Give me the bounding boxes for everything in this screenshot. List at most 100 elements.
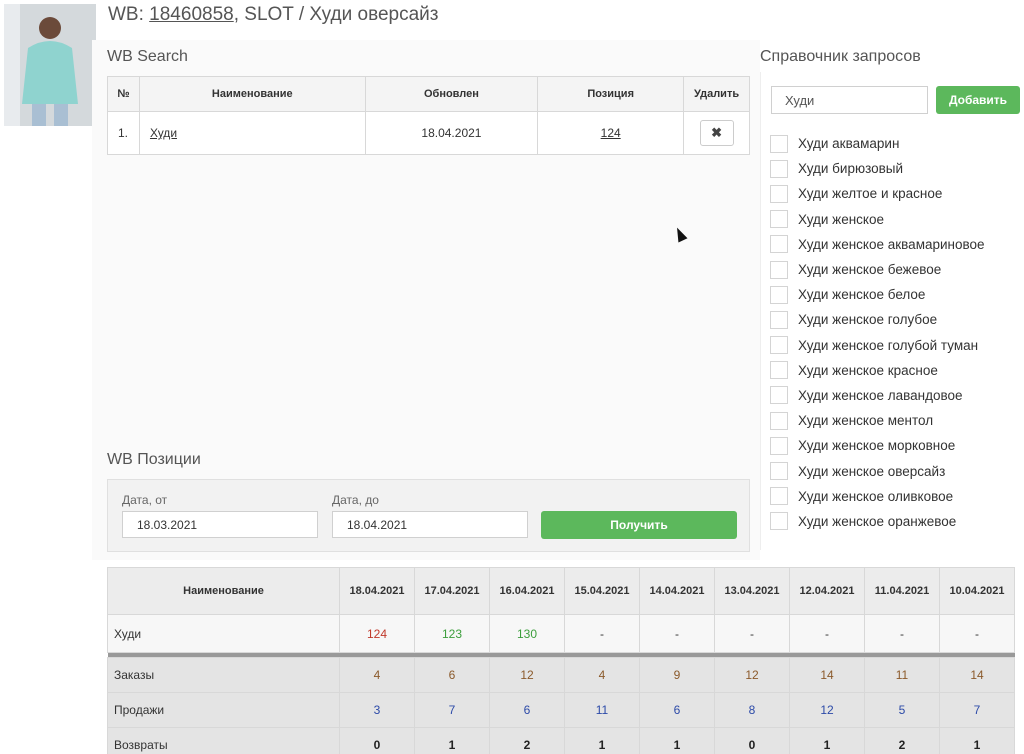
list-item[interactable]: Худи женское бежевое — [770, 257, 1024, 282]
row-updated: 18.04.2021 — [364, 111, 539, 155]
add-button[interactable]: Добавить — [936, 86, 1020, 114]
page-title: WB: 18460858, SLOT / Худи оверсайз — [108, 4, 438, 26]
list-item-label: Худи аквамарин — [798, 136, 900, 152]
checkbox[interactable] — [770, 134, 788, 153]
article-link[interactable]: 18460858 — [149, 4, 234, 25]
checkbox[interactable] — [770, 436, 788, 455]
list-item[interactable]: Худи женское оливковое — [770, 484, 1024, 509]
list-item-label: Худи женское бежевое — [798, 262, 942, 278]
checkbox[interactable] — [770, 210, 788, 229]
wb-search-table: № Наименование Обновлен Позиция Удалить … — [107, 76, 750, 155]
checkbox[interactable] — [770, 462, 788, 481]
list-item-label: Худи женское ментол — [798, 413, 934, 429]
list-item[interactable]: Худи аквамарин — [770, 131, 1024, 156]
checkbox[interactable] — [770, 235, 788, 254]
checkbox[interactable] — [770, 260, 788, 279]
checkbox[interactable] — [770, 159, 788, 178]
cell-value: 2 — [864, 727, 940, 754]
cell-value: - — [789, 614, 865, 653]
cell-value: 124 — [339, 614, 415, 653]
list-item[interactable]: Худи женское голубое — [770, 307, 1024, 332]
title-suffix: , SLOT / Худи оверсайз — [233, 4, 439, 25]
list-item[interactable]: Худи желтое и красное — [770, 181, 1024, 206]
col-date: 18.04.2021 — [339, 567, 415, 615]
close-icon: ✖ — [711, 125, 722, 140]
cell-value: 0 — [714, 727, 790, 754]
list-item-label: Худи женское белое — [798, 287, 926, 303]
list-item[interactable]: Худи женское морковное — [770, 433, 1024, 458]
cell-value: 7 — [414, 692, 490, 728]
query-link[interactable]: Худи — [150, 126, 177, 140]
checkbox[interactable] — [770, 184, 788, 203]
cell-value: - — [864, 614, 940, 653]
cell-value: 14 — [939, 657, 1015, 693]
list-item[interactable]: Худи женское голубой туман — [770, 333, 1024, 358]
cell-value: - — [639, 614, 715, 653]
checkbox[interactable] — [770, 512, 788, 531]
cell-value: 12 — [789, 692, 865, 728]
col-date: 10.04.2021 — [939, 567, 1015, 615]
table-row: 1. Худи 18.04.2021 124 ✖ — [107, 111, 750, 155]
table-row: Продажи 3 7 6 11 6 8 12 5 7 — [107, 692, 1015, 728]
list-item-label: Худи женское голубое — [798, 312, 938, 328]
wb-search-title: WB Search — [107, 48, 188, 65]
col-date: 15.04.2021 — [564, 567, 640, 615]
row-label: Возвраты — [107, 727, 340, 754]
cell-value: 11 — [864, 657, 940, 693]
table-row: Заказы 4 6 12 4 9 12 14 11 14 — [107, 657, 1015, 693]
list-item[interactable]: Худи бирюзовый — [770, 156, 1024, 181]
cell-value: 12 — [489, 657, 565, 693]
checkbox[interactable] — [770, 336, 788, 355]
checkbox[interactable] — [770, 487, 788, 506]
list-item[interactable]: Худи женское оранжевое — [770, 509, 1024, 534]
list-item[interactable]: Худи женское белое — [770, 282, 1024, 307]
cell-value: 1 — [414, 727, 490, 754]
title-prefix: WB: — [108, 4, 150, 25]
cell-value: 12 — [714, 657, 790, 693]
checkbox[interactable] — [770, 411, 788, 430]
positions-table: Наименование 18.04.2021 17.04.2021 16.04.2… — [107, 567, 1015, 754]
cell-value: 130 — [489, 614, 565, 653]
cell-value: 1 — [939, 727, 1015, 754]
wb-positions-title: WB Позиции — [107, 451, 201, 468]
date-from-input[interactable]: 18.03.2021 — [122, 511, 318, 538]
list-item[interactable]: Худи женское красное — [770, 358, 1024, 383]
col-date: 13.04.2021 — [714, 567, 790, 615]
product-photo — [4, 4, 96, 126]
cell-value: 8 — [714, 692, 790, 728]
delete-button[interactable]: ✖ — [699, 120, 734, 146]
list-item[interactable]: Худи женское аквамариновое — [770, 232, 1024, 257]
col-name: Наименование — [138, 76, 366, 112]
cell-value: 1 — [639, 727, 715, 754]
cell-value: - — [714, 614, 790, 653]
cell-value: 6 — [639, 692, 715, 728]
list-item-label: Худи женское морковное — [798, 438, 956, 454]
row-label: Худи — [107, 614, 340, 653]
list-item-label: Худи женское красное — [798, 362, 938, 378]
cell-value: 14 — [789, 657, 865, 693]
get-button[interactable]: Получить — [541, 511, 737, 539]
list-item[interactable]: Худи женское лавандовое — [770, 383, 1024, 408]
checkbox[interactable] — [770, 386, 788, 405]
list-item[interactable]: Худи женское — [770, 207, 1024, 232]
col-position: Позиция — [537, 76, 685, 112]
checkbox[interactable] — [770, 310, 788, 329]
col-date: 17.04.2021 — [414, 567, 490, 615]
list-item[interactable]: Худи женское оверсайз — [770, 458, 1024, 483]
date-to-input[interactable]: 18.04.2021 — [332, 511, 528, 538]
cell-value: 3 — [339, 692, 415, 728]
cell-value: 2 — [489, 727, 565, 754]
checkbox[interactable] — [770, 285, 788, 304]
checkbox[interactable] — [770, 361, 788, 380]
date-from-label: Дата, от — [122, 493, 168, 507]
cell-value: 6 — [489, 692, 565, 728]
list-item-label: Худи женское оливковое — [798, 488, 954, 504]
list-item[interactable]: Худи женское ментол — [770, 408, 1024, 433]
cell-value: 6 — [414, 657, 490, 693]
position-link[interactable]: 124 — [601, 126, 621, 140]
list-item-label: Худи женское лавандовое — [798, 387, 963, 403]
dictionary-search-input[interactable]: Худи — [771, 86, 928, 114]
row-label: Заказы — [107, 657, 340, 693]
cell-value: 1 — [564, 727, 640, 754]
row-label: Продажи — [107, 692, 340, 728]
